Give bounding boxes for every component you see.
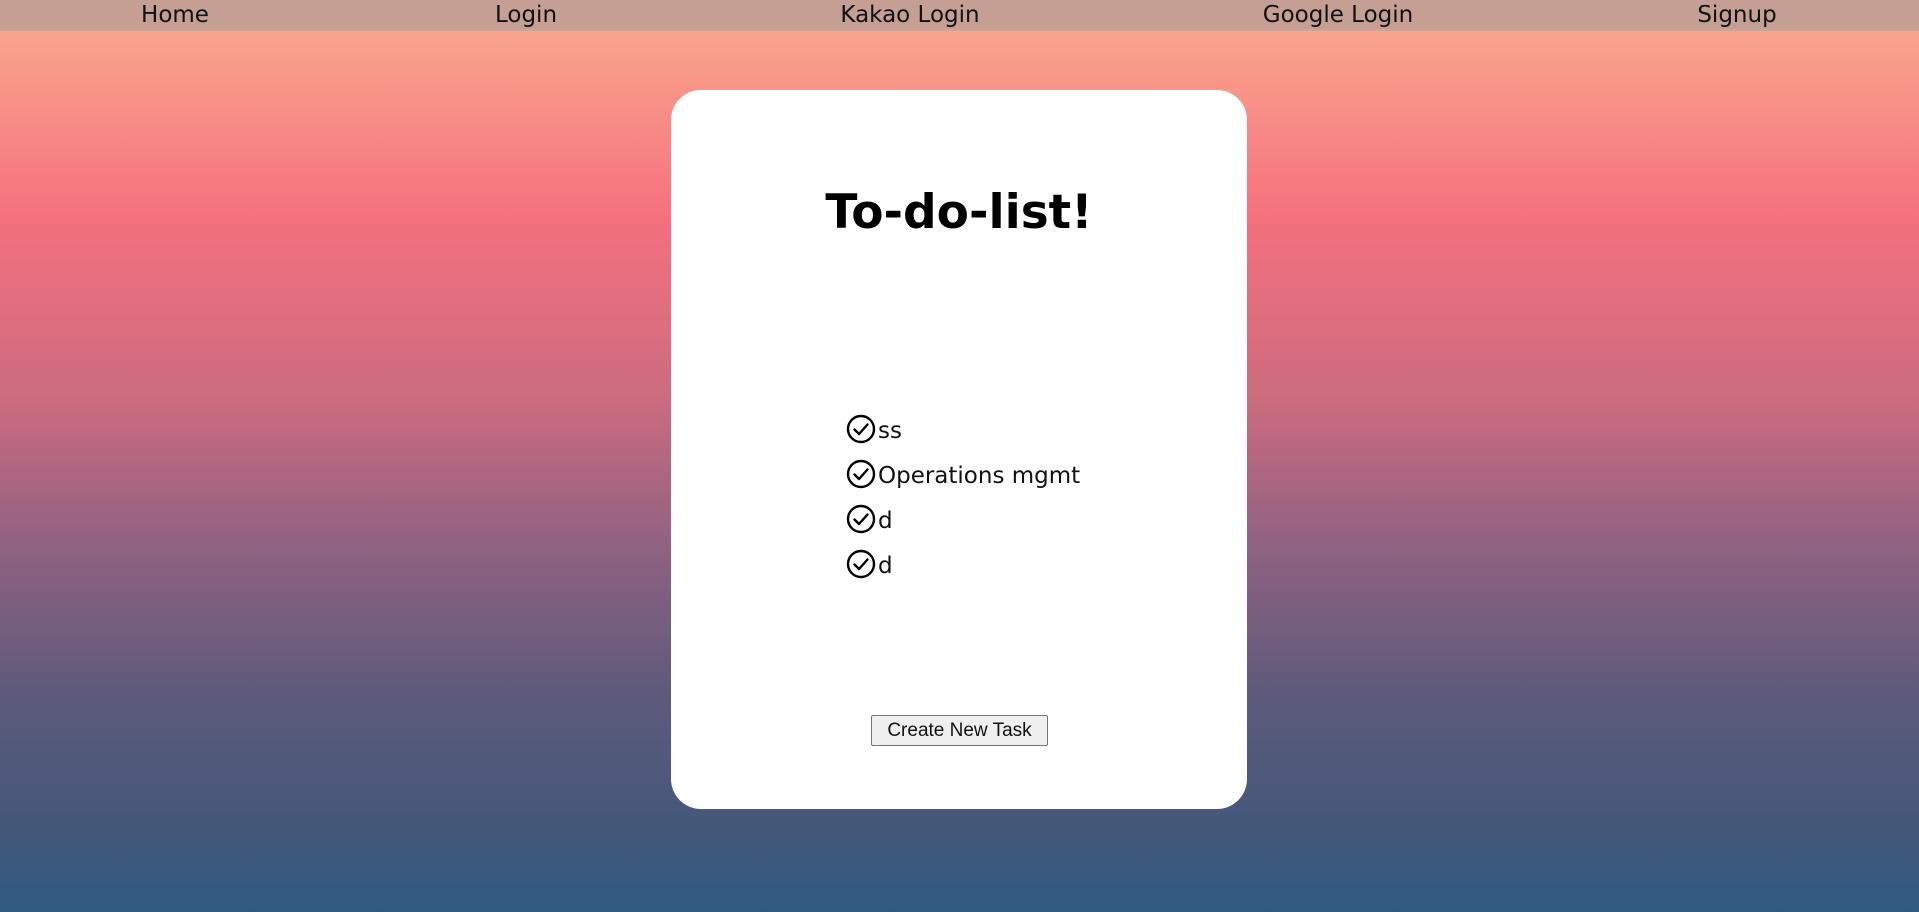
task-item[interactable]: Operations mgmt [846, 453, 1080, 498]
task-item[interactable]: d [846, 543, 1080, 588]
nav-signup-link[interactable]: Signup [1697, 0, 1776, 29]
create-new-task-button[interactable]: Create New Task [871, 715, 1048, 746]
check-circle-icon[interactable] [846, 459, 876, 489]
top-nav: Home Login Kakao Login Google Login Sign… [0, 0, 1919, 31]
task-item[interactable]: ss [846, 408, 1080, 453]
check-circle-icon[interactable] [846, 414, 876, 444]
task-list: ss Operations mgmt d d [846, 408, 1080, 588]
nav-login-link[interactable]: Login [495, 0, 557, 29]
nav-home-link[interactable]: Home [141, 0, 209, 29]
task-label: ss [878, 417, 902, 444]
check-circle-icon[interactable] [846, 504, 876, 534]
task-label: Operations mgmt [878, 462, 1081, 489]
nav-kakao-login-link[interactable]: Kakao Login [840, 0, 979, 29]
page-title: To-do-list! [825, 185, 1093, 240]
task-label: d [878, 552, 893, 579]
nav-google-login-link[interactable]: Google Login [1263, 0, 1413, 29]
task-item[interactable]: d [846, 498, 1080, 543]
todo-card: To-do-list! ss Operations mgmt d d Creat… [671, 90, 1247, 809]
task-label: d [878, 507, 893, 534]
check-circle-icon[interactable] [846, 549, 876, 579]
